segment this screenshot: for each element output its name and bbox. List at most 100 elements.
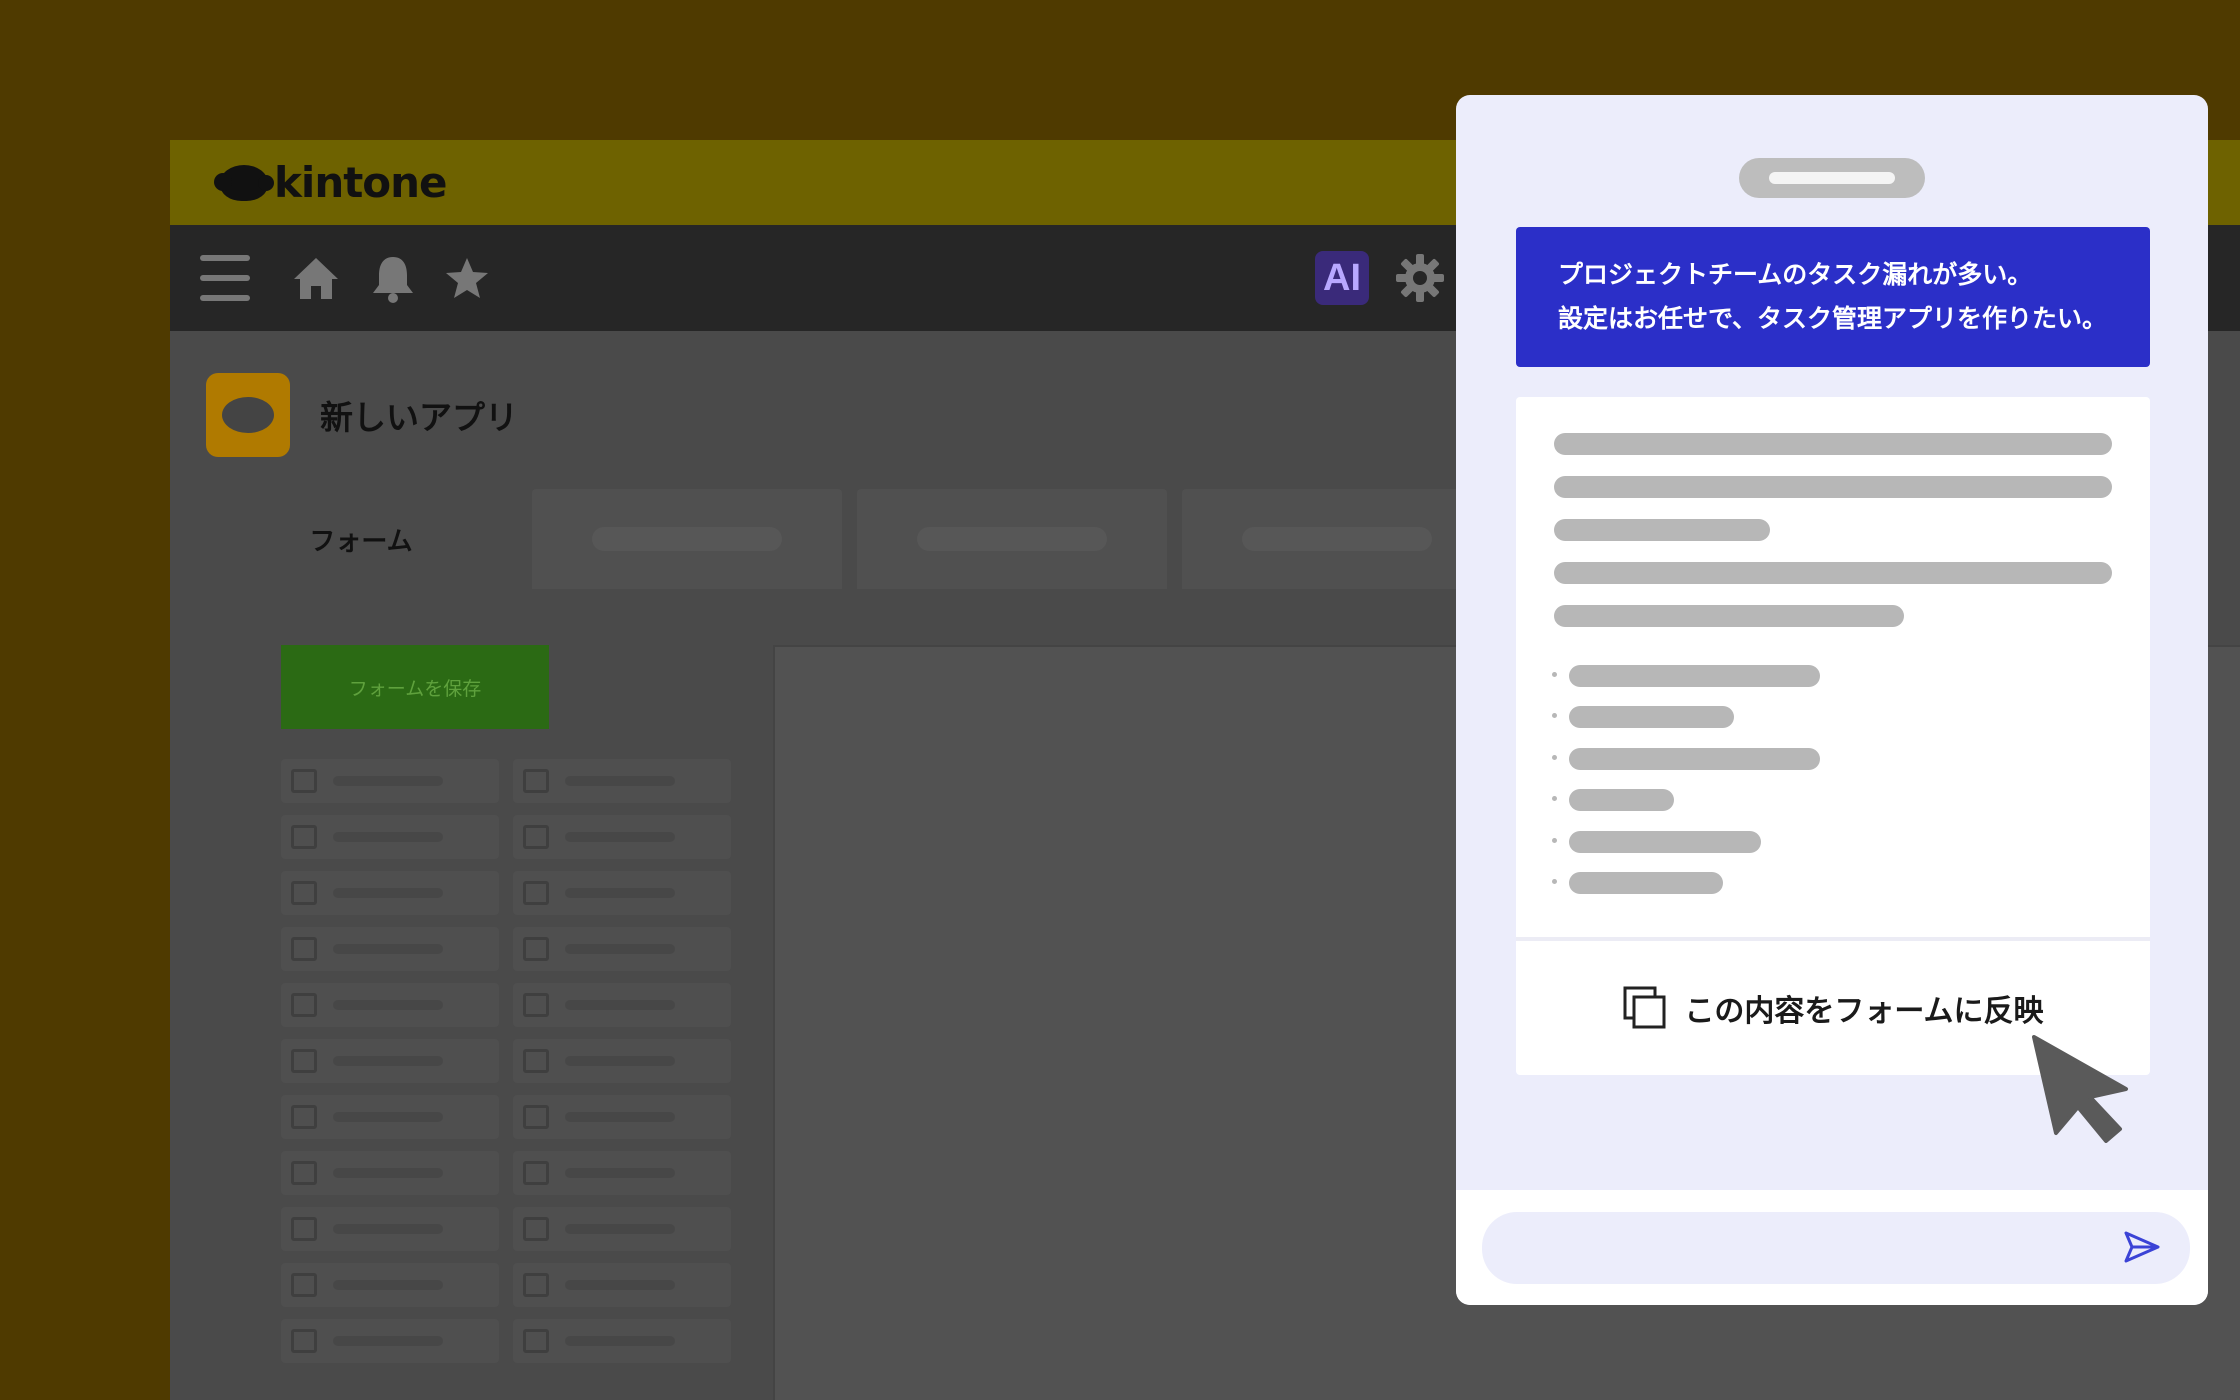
response-list-item	[1569, 831, 1761, 853]
palette-field-item[interactable]	[281, 983, 499, 1027]
field-label-placeholder	[333, 1336, 443, 1346]
field-label-placeholder	[333, 888, 443, 898]
field-label-placeholder	[565, 1000, 675, 1010]
response-text-placeholder	[1554, 562, 2112, 584]
response-text-placeholder	[1554, 476, 2112, 498]
response-list-item	[1569, 748, 1820, 770]
field-label-placeholder	[333, 776, 443, 786]
ai-chat-panel: プロジェクトチームのタスク漏れが多い。 設定はお任せで、タスク管理アプリを作りた…	[1456, 95, 2208, 1305]
send-icon[interactable]	[2122, 1227, 2162, 1267]
palette-field-item[interactable]	[281, 815, 499, 859]
star-icon[interactable]	[442, 225, 492, 331]
palette-field-item[interactable]	[281, 927, 499, 971]
field-label-placeholder	[565, 832, 675, 842]
palette-field-item[interactable]	[281, 1319, 499, 1363]
field-type-icon	[291, 769, 317, 793]
field-label-placeholder	[565, 1168, 675, 1178]
menu-icon[interactable]	[200, 225, 250, 331]
palette-field-item[interactable]	[513, 759, 731, 803]
field-label-placeholder	[333, 832, 443, 842]
bell-icon[interactable]	[368, 225, 418, 331]
field-label-placeholder	[565, 1112, 675, 1122]
palette-field-item[interactable]	[281, 759, 499, 803]
field-label-placeholder	[565, 1336, 675, 1346]
panel-handle[interactable]	[1739, 158, 1925, 198]
field-label-placeholder	[565, 944, 675, 954]
palette-field-item[interactable]	[513, 983, 731, 1027]
palette-field-item[interactable]	[281, 871, 499, 915]
response-list-item	[1569, 789, 1674, 811]
field-type-icon	[523, 1049, 549, 1073]
prompt-line: 設定はお任せで、タスク管理アプリを作りたい。	[1558, 304, 2108, 333]
palette-field-item[interactable]	[513, 1207, 731, 1251]
field-label-placeholder	[333, 1168, 443, 1178]
field-label-placeholder	[333, 1000, 443, 1010]
gear-icon[interactable]	[1392, 225, 1448, 331]
field-type-icon	[291, 1049, 317, 1073]
palette-field-item[interactable]	[513, 815, 731, 859]
field-type-icon	[523, 1273, 549, 1297]
palette-field-item[interactable]	[281, 1207, 499, 1251]
field-label-placeholder	[565, 888, 675, 898]
field-type-icon	[523, 1161, 549, 1185]
tab-form-label: フォーム	[309, 526, 413, 557]
palette-field-item[interactable]	[513, 1263, 731, 1307]
field-label-placeholder	[333, 1056, 443, 1066]
response-list-item	[1569, 665, 1820, 687]
palette-field-item[interactable]	[281, 1095, 499, 1139]
apply-to-form-label: この内容をフォームに反映	[1684, 994, 2044, 1029]
field-label-placeholder	[565, 1280, 675, 1290]
tab-placeholder[interactable]	[532, 489, 842, 589]
palette-field-item[interactable]	[281, 1151, 499, 1195]
response-text-placeholder	[1554, 605, 1904, 627]
field-type-icon	[291, 1329, 317, 1353]
response-text-placeholder	[1554, 433, 2112, 455]
save-form-button[interactable]: フォームを保存	[281, 645, 549, 729]
chat-input[interactable]	[1482, 1212, 2190, 1284]
field-type-icon	[523, 993, 549, 1017]
field-type-icon	[291, 825, 317, 849]
field-type-icon	[291, 1105, 317, 1129]
user-prompt-bubble: プロジェクトチームのタスク漏れが多い。 設定はお任せで、タスク管理アプリを作りた…	[1516, 227, 2150, 367]
cursor-icon	[2032, 1035, 2128, 1143]
field-label-placeholder	[565, 776, 675, 786]
field-label-placeholder	[565, 1056, 675, 1066]
response-list-item	[1569, 706, 1734, 728]
field-label-placeholder	[333, 1224, 443, 1234]
tab-form[interactable]: フォーム	[206, 489, 516, 589]
field-type-icon	[291, 1161, 317, 1185]
palette-field-item[interactable]	[513, 1319, 731, 1363]
palette-field-item[interactable]	[513, 1095, 731, 1139]
palette-field-item[interactable]	[513, 927, 731, 971]
kintone-logo-mark	[214, 164, 274, 201]
kintone-logo-text: kintone	[274, 158, 448, 207]
field-type-icon	[523, 937, 549, 961]
palette-field-item[interactable]	[513, 1039, 731, 1083]
field-type-icon	[523, 1217, 549, 1241]
field-type-icon	[291, 937, 317, 961]
field-type-icon	[523, 1329, 549, 1353]
field-type-icon	[523, 1105, 549, 1129]
home-icon[interactable]	[290, 225, 342, 331]
palette-field-item[interactable]	[513, 1151, 731, 1195]
ai-assistant-button[interactable]: AI	[1315, 251, 1369, 305]
tab-placeholder[interactable]	[1182, 489, 1492, 589]
tab-placeholder[interactable]	[857, 489, 1167, 589]
response-list-item	[1569, 872, 1723, 894]
field-type-icon	[291, 1273, 317, 1297]
palette-field-item[interactable]	[281, 1039, 499, 1083]
kintone-logo[interactable]: kintone	[214, 158, 448, 207]
palette-field-item[interactable]	[281, 1263, 499, 1307]
field-type-icon	[523, 769, 549, 793]
app-title: 新しいアプリ	[320, 398, 518, 437]
field-type-icon	[291, 1217, 317, 1241]
field-label-placeholder	[333, 1112, 443, 1122]
field-type-icon	[523, 825, 549, 849]
field-type-icon	[523, 881, 549, 905]
field-type-icon	[291, 881, 317, 905]
app-icon	[206, 373, 290, 457]
copy-icon	[1623, 986, 1666, 1029]
chat-input-bar	[1456, 1190, 2208, 1305]
palette-field-item[interactable]	[513, 871, 731, 915]
prompt-line: プロジェクトチームのタスク漏れが多い。	[1558, 260, 2033, 289]
